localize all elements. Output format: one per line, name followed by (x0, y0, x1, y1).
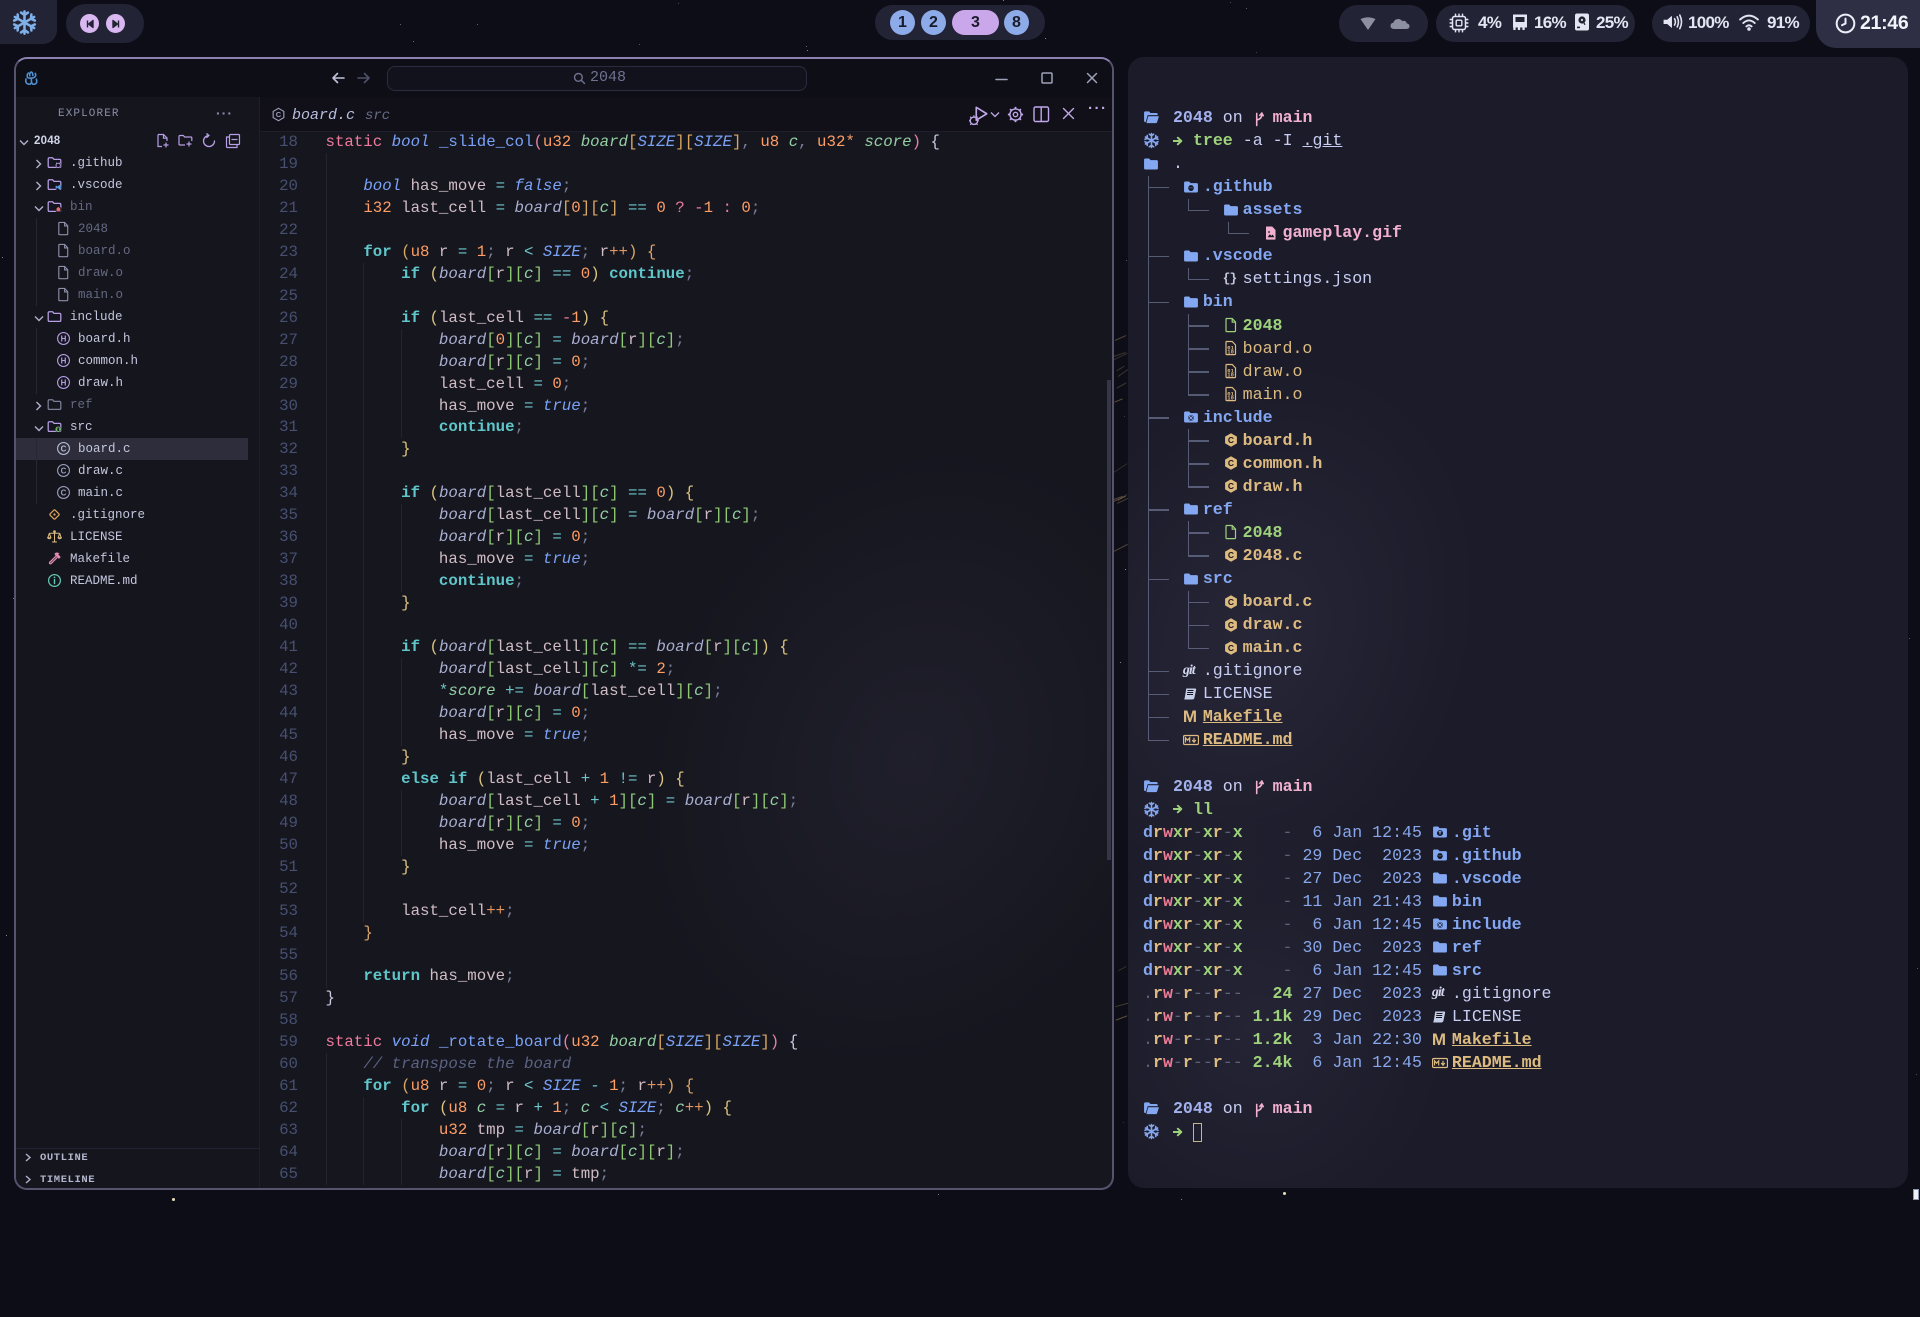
svg-text:H: H (60, 335, 66, 344)
svg-text:C: C (1228, 435, 1234, 445)
svg-text:10: 10 (1227, 349, 1234, 356)
svg-text:C: C (60, 467, 66, 476)
svg-text:C: C (1228, 550, 1234, 560)
svg-text:C: C (60, 489, 66, 498)
svg-text:C: C (60, 445, 66, 454)
svg-text:H: H (60, 357, 66, 366)
svg-text:C: C (1228, 481, 1234, 491)
svg-text:C: C (1228, 619, 1234, 629)
svg-text:C: C (1228, 642, 1234, 652)
svg-text:C: C (276, 110, 282, 119)
svg-text:10: 10 (1227, 395, 1234, 402)
svg-text:C: C (1228, 458, 1234, 468)
svg-text:H: H (60, 379, 66, 388)
svg-text:C: C (1228, 596, 1234, 606)
svg-text:10: 10 (1227, 372, 1234, 379)
